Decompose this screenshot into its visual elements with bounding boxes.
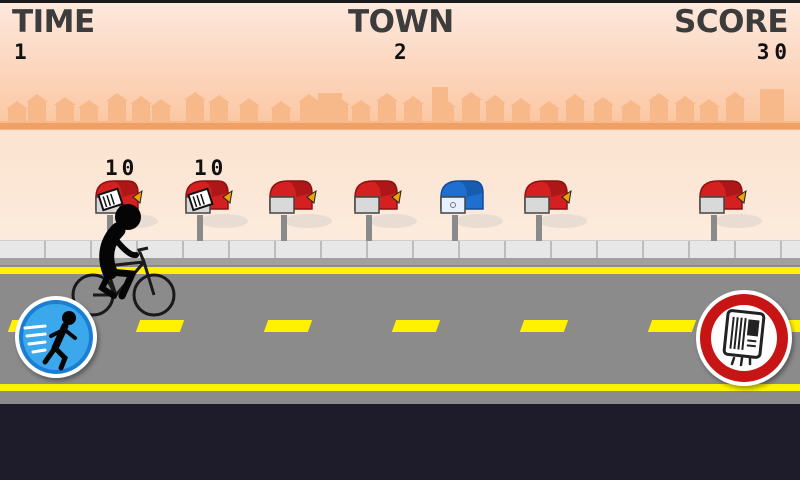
score-value: 30 — [756, 40, 792, 64]
running-stickman-icon — [19, 300, 93, 374]
points-popup: 10 — [105, 156, 139, 180]
mailbox-red — [266, 175, 336, 245]
score-label: SCORE — [674, 4, 788, 40]
top-border — [0, 0, 800, 3]
mailbox-blue — [437, 175, 507, 245]
bottom-bar — [0, 404, 800, 480]
stickman — [98, 204, 141, 300]
newspaper-icon — [700, 294, 788, 382]
town-label: TOWN — [348, 4, 454, 40]
lane-dash — [519, 320, 569, 332]
time-label: TIME — [12, 4, 95, 40]
game-screen[interactable]: TIME 1 TOWN 2 SCORE 30 10 10 — [0, 0, 800, 480]
mailbox-red — [182, 175, 252, 245]
points-popup: 10 — [194, 156, 228, 180]
mailbox-red — [696, 175, 766, 245]
time-value: 1 — [14, 40, 32, 64]
town-skyline — [0, 87, 800, 131]
throw-newspaper-button[interactable] — [696, 290, 792, 386]
mailbox-red — [351, 175, 421, 245]
lane-line-bottom — [0, 384, 800, 391]
mailbox-red — [521, 175, 591, 245]
lane-dash — [263, 320, 313, 332]
town-value: 2 — [394, 40, 412, 64]
lane-dash — [647, 320, 697, 332]
lane-dash — [391, 320, 441, 332]
speed-boost-button[interactable] — [15, 296, 97, 378]
